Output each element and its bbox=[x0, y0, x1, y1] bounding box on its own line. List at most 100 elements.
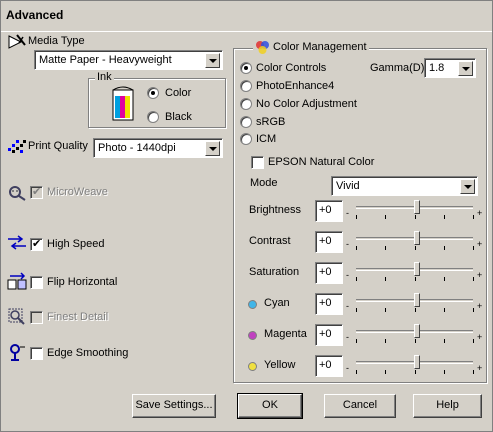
slider-value-input[interactable]: +0 bbox=[315, 231, 343, 253]
icm-radio[interactable] bbox=[240, 133, 252, 145]
slider-tick bbox=[356, 370, 357, 374]
ink-group-label: Ink bbox=[95, 71, 114, 83]
print-quality-select[interactable]: Photo - 1440dpi bbox=[93, 138, 223, 158]
slider-thumb[interactable] bbox=[414, 293, 420, 307]
finest-detail-label: Finest Detail bbox=[47, 311, 109, 323]
mode-select[interactable]: Vivid bbox=[331, 176, 478, 196]
title-bar: Advanced bbox=[0, 0, 493, 32]
edge-smoothing-label: Edge Smoothing bbox=[47, 347, 129, 359]
color-controls-label: Color Controls bbox=[256, 62, 327, 74]
save-settings-button[interactable]: Save Settings... bbox=[132, 394, 216, 418]
slider-tick bbox=[473, 339, 474, 343]
slider-tick bbox=[473, 246, 474, 250]
edge-smoothing-checkbox[interactable] bbox=[30, 347, 43, 360]
slider-value-input[interactable]: +0 bbox=[315, 293, 343, 315]
cancel-button[interactable]: Cancel bbox=[324, 394, 396, 418]
epson-natural-color-checkbox[interactable] bbox=[251, 156, 264, 169]
print-quality-label: Print Quality bbox=[28, 140, 88, 152]
flip-horizontal-checkbox[interactable] bbox=[30, 276, 43, 289]
slider-value-input[interactable]: +0 bbox=[315, 355, 343, 377]
slider-thumb[interactable] bbox=[414, 231, 420, 245]
chevron-down-icon[interactable] bbox=[205, 141, 220, 156]
print-quality-value: Photo - 1440dpi bbox=[98, 142, 176, 154]
gamma-label: Gamma(D) bbox=[370, 62, 425, 74]
color-controls-radio[interactable] bbox=[240, 62, 252, 74]
slider-tick bbox=[444, 308, 445, 312]
print-quality-icon bbox=[8, 140, 26, 153]
slider-label: Yellow bbox=[264, 359, 296, 371]
srgb-label: sRGB bbox=[256, 116, 286, 128]
slider-label: Cyan bbox=[264, 297, 290, 309]
slider-plus: + bbox=[477, 208, 483, 218]
microweave-label: MicroWeave bbox=[47, 186, 108, 198]
ink-color-radio[interactable] bbox=[147, 87, 159, 99]
ok-button[interactable]: OK bbox=[237, 393, 303, 419]
slider-tick bbox=[473, 277, 474, 281]
chevron-down-icon[interactable] bbox=[460, 179, 475, 194]
slider-tick bbox=[415, 339, 416, 343]
slider-minus: - bbox=[346, 239, 349, 249]
slider-label: Saturation bbox=[249, 266, 300, 278]
window-title: Advanced bbox=[6, 8, 64, 22]
ink-color-label: Color bbox=[165, 87, 192, 99]
slider-tick bbox=[473, 308, 474, 312]
slider-minus: - bbox=[346, 301, 349, 311]
slider-thumb[interactable] bbox=[414, 324, 420, 338]
chevron-down-icon[interactable] bbox=[205, 53, 220, 68]
gamma-select[interactable]: 1.8 bbox=[424, 58, 476, 78]
slider-tick bbox=[356, 308, 357, 312]
slider-plus: + bbox=[477, 270, 483, 280]
srgb-radio[interactable] bbox=[240, 116, 252, 128]
slider-tick bbox=[444, 246, 445, 250]
slider-tick bbox=[356, 277, 357, 281]
slider-thumb[interactable] bbox=[414, 200, 420, 214]
slider-value-input[interactable]: +0 bbox=[315, 200, 343, 222]
slider-tick bbox=[415, 370, 416, 374]
slider-thumb[interactable] bbox=[414, 262, 420, 276]
ink-black-radio[interactable] bbox=[147, 111, 159, 123]
gamma-value: 1.8 bbox=[429, 62, 445, 74]
mode-label: Mode bbox=[250, 177, 278, 189]
photoenhance4-radio[interactable] bbox=[240, 80, 252, 92]
slider-tick bbox=[415, 277, 416, 281]
microweave-checkbox[interactable] bbox=[30, 185, 43, 199]
edge-smoothing-icon bbox=[10, 344, 25, 361]
high-speed-checkbox[interactable] bbox=[30, 237, 43, 251]
slider-plus: + bbox=[477, 332, 483, 342]
slider-tick bbox=[415, 215, 416, 219]
mode-value: Vivid bbox=[336, 180, 360, 192]
epson-natural-color-label: EPSON Natural Color bbox=[268, 156, 375, 168]
slider-tick bbox=[385, 215, 386, 219]
no-color-adjustment-label: No Color Adjustment bbox=[256, 98, 357, 110]
high-speed-icon bbox=[8, 235, 26, 250]
ink-black-label: Black bbox=[165, 111, 192, 123]
chevron-down-icon[interactable] bbox=[458, 61, 473, 76]
slider-tick bbox=[444, 277, 445, 281]
slider-tick bbox=[385, 339, 386, 343]
slider-tick bbox=[444, 339, 445, 343]
color-management-icon bbox=[256, 41, 269, 54]
media-type-value: Matte Paper - Heavyweight bbox=[39, 54, 172, 66]
slider-minus: - bbox=[346, 363, 349, 373]
slider-tick bbox=[356, 339, 357, 343]
slider-tick bbox=[415, 246, 416, 250]
slider-value-input[interactable]: +0 bbox=[315, 262, 343, 284]
slider-label: Magenta bbox=[264, 328, 307, 340]
no-color-adjustment-radio[interactable] bbox=[240, 98, 252, 110]
help-button[interactable]: Help bbox=[413, 394, 482, 418]
finest-detail-icon bbox=[8, 308, 25, 325]
slider-tick bbox=[356, 246, 357, 250]
slider-tick bbox=[385, 370, 386, 374]
high-speed-label: High Speed bbox=[47, 238, 105, 250]
slider-value-input[interactable]: +0 bbox=[315, 324, 343, 346]
slider-plus: + bbox=[477, 363, 483, 373]
slider-thumb[interactable] bbox=[414, 355, 420, 369]
media-type-select[interactable]: Matte Paper - Heavyweight bbox=[34, 50, 223, 70]
slider-minus: - bbox=[346, 270, 349, 280]
finest-detail-checkbox[interactable] bbox=[30, 311, 43, 324]
photoenhance4-label: PhotoEnhance4 bbox=[256, 80, 335, 92]
slider-tick bbox=[356, 215, 357, 219]
slider-tick bbox=[444, 370, 445, 374]
slider-tick bbox=[385, 277, 386, 281]
flip-horizontal-label: Flip Horizontal bbox=[47, 276, 118, 288]
